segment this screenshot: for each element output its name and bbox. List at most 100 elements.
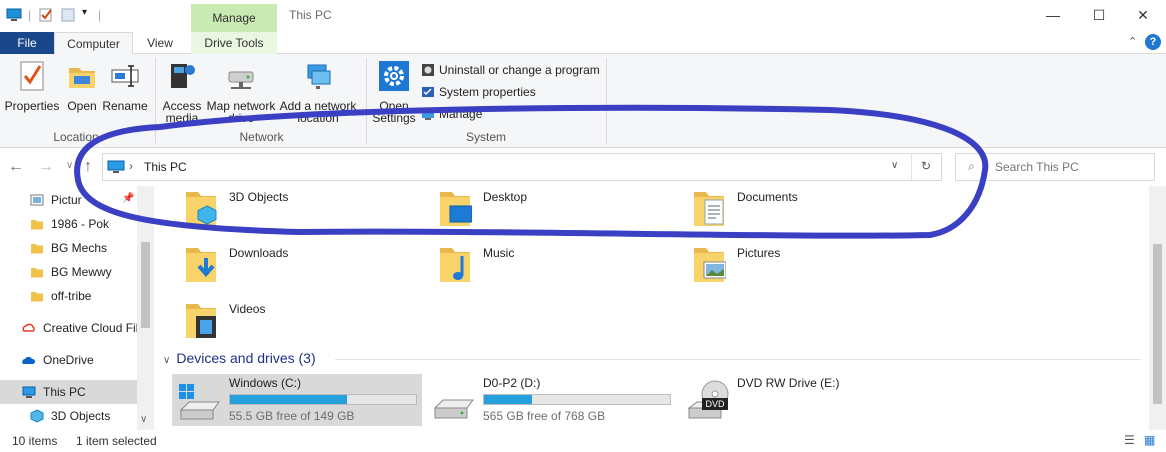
search-box[interactable]: ⌕ Search This PC: [955, 153, 1155, 181]
drive-usage-bar: [483, 394, 671, 405]
nav-item-folder[interactable]: BG Mewwy: [0, 260, 137, 284]
properties-icon[interactable]: [38, 7, 54, 23]
map-network-drive-button[interactable]: Map network drive: [205, 60, 277, 125]
drive-free-space: 565 GB free of 768 GB: [483, 409, 606, 423]
uninstall-program-label: Uninstall or change a program: [439, 63, 600, 77]
refresh-icon[interactable]: ↻: [921, 159, 931, 173]
open-settings-label-2: Settings: [372, 111, 416, 125]
this-pc-icon: [107, 160, 125, 173]
drive-d[interactable]: D0-P2 (D:) 565 GB free of 768 GB: [426, 374, 676, 426]
qat-dropdown-icon[interactable]: ▾: [82, 7, 87, 18]
breadcrumb-chevron-icon: ›: [129, 159, 133, 173]
access-media-button[interactable]: Access media: [160, 60, 204, 125]
uninstall-program-command[interactable]: Uninstall or change a program: [421, 61, 600, 79]
group-label-system: System: [465, 130, 506, 144]
open-label: Open: [67, 99, 97, 113]
details-view-icon[interactable]: ☰: [1124, 433, 1135, 447]
tab-computer[interactable]: Computer: [54, 32, 133, 55]
folder-downloads[interactable]: Downloads: [184, 242, 424, 294]
nav-item-this-pc[interactable]: This PC: [0, 380, 137, 404]
content-scrollbar-thumb[interactable]: [1153, 244, 1162, 404]
nav-item-folder[interactable]: BG Mechs: [0, 236, 137, 260]
collapse-ribbon-icon[interactable]: ⌃: [1128, 35, 1137, 48]
group-label-network: Network: [239, 130, 284, 144]
help-icon[interactable]: ?: [1145, 34, 1161, 50]
nav-item-label: OneDrive: [43, 353, 94, 367]
settings-gear-icon: [379, 61, 409, 91]
documents-folder-icon: [694, 192, 724, 226]
drive-c[interactable]: Windows (C:) 55.5 GB free of 149 GB: [172, 374, 422, 426]
folder-videos[interactable]: Videos: [184, 298, 424, 350]
nav-item-label: This PC: [43, 385, 86, 399]
system-properties-icon: [422, 87, 434, 97]
map-network-label-2: drive: [227, 111, 254, 125]
nav-item-label: BG Mewwy: [51, 265, 112, 279]
add-network-label-2: location: [297, 111, 339, 125]
maximize-button[interactable]: ☐: [1076, 0, 1122, 32]
tab-drive-tools[interactable]: Drive Tools: [191, 32, 277, 54]
collapse-chevron-icon[interactable]: ∨: [163, 355, 170, 366]
folder-icon: [31, 244, 43, 254]
devices-section-header[interactable]: ∨ Devices and drives (3): [163, 350, 316, 366]
folder-documents[interactable]: Documents: [692, 186, 932, 238]
drive-e[interactable]: DVD DVD RW Drive (E:): [680, 374, 930, 426]
folder-icon: [31, 292, 43, 302]
folder-desktop[interactable]: Desktop: [438, 186, 678, 238]
drive-name: DVD RW Drive (E:): [737, 376, 840, 390]
large-icons-view-icon[interactable]: ▦: [1144, 433, 1155, 447]
ribbon-tabs: File Computer View Drive Tools ⌃ ?: [0, 32, 1166, 55]
nav-item-creative-cloud[interactable]: Creative Cloud Fil: [0, 316, 137, 340]
new-folder-icon[interactable]: [60, 7, 76, 23]
ribbon: Properties Open Rename Location Access m…: [0, 54, 1166, 148]
pin-icon[interactable]: 📌: [122, 193, 134, 204]
folder-name: Documents: [737, 190, 798, 204]
forward-arrow-icon[interactable]: →: [38, 158, 54, 176]
nav-item-3d-objects[interactable]: 3D Objects: [0, 404, 137, 428]
up-arrow-icon[interactable]: ↑: [84, 158, 92, 176]
rename-button[interactable]: Rename: [102, 60, 148, 113]
minimize-button[interactable]: —: [1030, 0, 1076, 32]
manage-command[interactable]: Manage: [421, 105, 482, 123]
nav-item-label: off-tribe: [51, 289, 92, 303]
folder-icon: [31, 220, 43, 230]
folder-name: Music: [483, 246, 515, 260]
folder-name: Videos: [229, 302, 266, 316]
dvd-badge: DVD: [702, 398, 728, 410]
nav-item-folder[interactable]: 1986 - Pok: [0, 212, 137, 236]
onedrive-icon: [22, 356, 36, 364]
nav-scrollbar-thumb[interactable]: [141, 242, 150, 328]
open-settings-button[interactable]: Open Settings: [372, 60, 416, 125]
nav-scrollbar[interactable]: ∨: [137, 186, 154, 430]
tab-view[interactable]: View: [133, 32, 187, 54]
qat-separator: |: [28, 8, 32, 22]
pictures-icon: [30, 194, 44, 206]
manage-label: Manage: [439, 107, 483, 121]
recent-locations-icon[interactable]: ∨: [66, 160, 73, 171]
open-button[interactable]: Open: [64, 60, 100, 113]
system-properties-command[interactable]: System properties: [421, 83, 536, 101]
manage-context-tab[interactable]: Manage: [191, 4, 277, 32]
folder-pictures[interactable]: Pictures: [692, 242, 932, 294]
nav-item-onedrive[interactable]: OneDrive: [0, 348, 137, 372]
this-pc-icon[interactable]: [6, 7, 22, 23]
add-network-location-button[interactable]: Add a network location: [279, 60, 357, 125]
search-placeholder: Search This PC: [995, 160, 1079, 174]
rename-icon: [111, 65, 139, 87]
content-scrollbar[interactable]: [1149, 186, 1166, 430]
nav-item-pictures[interactable]: Pictur 📌: [0, 188, 137, 212]
address-dropdown-icon[interactable]: ∨: [891, 160, 898, 171]
nav-item-folder[interactable]: off-tribe: [0, 284, 137, 308]
scroll-down-icon[interactable]: ∨: [140, 414, 147, 425]
folder-music[interactable]: Music: [438, 242, 678, 294]
properties-button[interactable]: Properties: [4, 60, 60, 113]
uninstall-icon: [422, 64, 434, 76]
close-button[interactable]: ✕: [1120, 0, 1166, 32]
window-title: This PC: [289, 8, 332, 22]
breadcrumb-this-pc[interactable]: This PC: [144, 160, 187, 174]
back-arrow-icon[interactable]: ←: [8, 158, 24, 176]
address-bar[interactable]: › This PC ∨ ↻: [102, 153, 942, 181]
folder-3d-objects[interactable]: 3D Objects: [184, 186, 424, 238]
status-bar: 10 items 1 item selected ☰ ▦: [0, 430, 1166, 452]
tab-file[interactable]: File: [0, 32, 54, 54]
group-label-location: Location: [53, 130, 99, 144]
